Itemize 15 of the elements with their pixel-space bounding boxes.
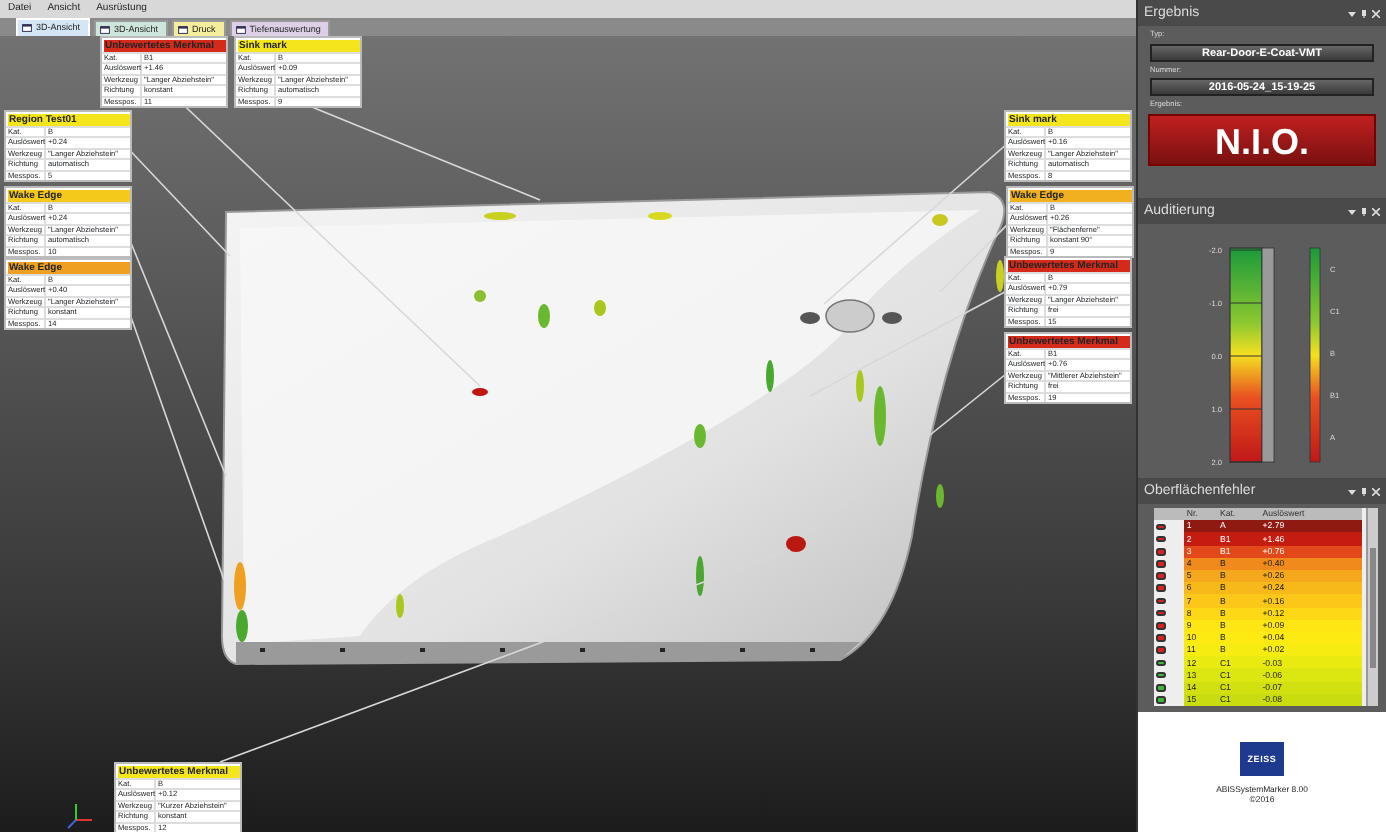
result-indicator: N.I.O. — [1148, 114, 1376, 167]
close-icon[interactable] — [1372, 207, 1380, 215]
pin-icon[interactable] — [1360, 9, 1368, 17]
close-icon[interactable] — [1372, 487, 1380, 495]
caret-icon[interactable] — [1348, 487, 1356, 495]
header-cell — [1154, 508, 1185, 521]
scrollbar[interactable] — [1366, 508, 1378, 706]
caret-icon[interactable] — [1348, 9, 1356, 17]
window-icon — [22, 24, 32, 32]
close-icon[interactable] — [1372, 9, 1380, 17]
pin-icon[interactable] — [1360, 487, 1368, 495]
caret-icon[interactable] — [1348, 207, 1356, 215]
axis-triad-icon — [67, 803, 93, 829]
scrollbar-thumb[interactable] — [1370, 548, 1376, 668]
pin-icon[interactable] — [1360, 207, 1368, 215]
